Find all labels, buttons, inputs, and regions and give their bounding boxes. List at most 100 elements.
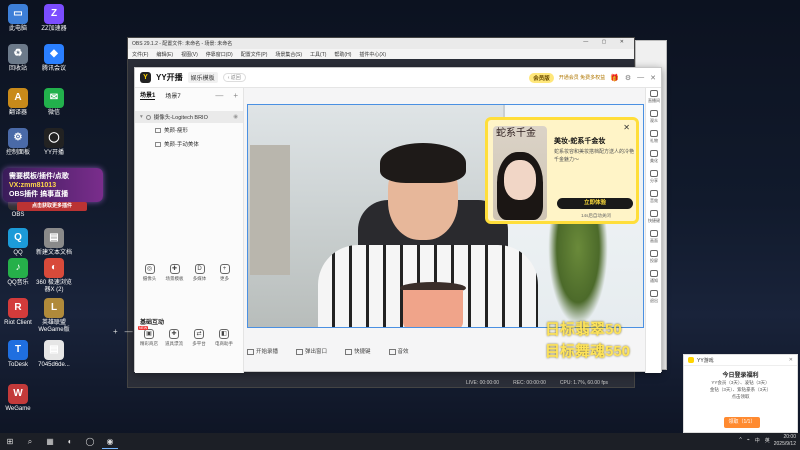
desktop-icon-18[interactable]: W WeGame <box>0 384 36 413</box>
browser-icon[interactable]: ◐ <box>62 435 78 449</box>
ecommerce-assistant-button[interactable]: ◧ 电商助手 <box>213 329 235 347</box>
right-tool-8[interactable]: 画面 <box>646 228 662 248</box>
more-tools-button[interactable]: + 更多 <box>215 264 234 282</box>
tray-icons: ^ ⌁ 中英 <box>739 437 769 444</box>
close-icon[interactable]: ✕ <box>650 74 656 82</box>
scene-remove-button[interactable]: — <box>215 91 223 100</box>
obs-menu-item-2[interactable]: 编辑(E) <box>156 51 173 58</box>
obs-menu-item-3[interactable]: 视图(V) <box>181 51 198 58</box>
desktop-icon-11[interactable]: ▤ 新建文本文档 <box>36 228 72 257</box>
yy-app-icon[interactable]: ◉ <box>102 435 118 449</box>
obs-menu-item-9[interactable]: 插件中心(X) <box>359 51 386 58</box>
settings-icon[interactable]: ⚙ <box>625 74 631 82</box>
desktop-icon-5[interactable]: A 翻译器 <box>0 88 36 117</box>
back-button[interactable]: ‹ 返回 <box>222 73 246 82</box>
desktop-icon-10[interactable]: Q QQ <box>0 228 36 257</box>
desktop-icon-2[interactable]: Z ZZ加速器 <box>36 4 72 33</box>
source-beauty-body[interactable]: 美颜-手动美体 <box>135 137 243 151</box>
tab-scene-7[interactable]: 场景7 <box>165 91 180 100</box>
obs-app-icon[interactable]: ◯ <box>82 435 98 449</box>
scene-add-button[interactable]: + <box>233 91 238 100</box>
obs-menu-item-4[interactable]: 停靠窗口(D) <box>206 51 233 58</box>
obs-menu-item-7[interactable]: 工具(T) <box>310 51 326 58</box>
notification-close-icon[interactable]: ✕ <box>789 357 793 363</box>
right-tool-icon <box>650 190 658 197</box>
desktop-icon-16[interactable]: T ToDesk <box>0 340 36 369</box>
source-beauty-slim[interactable]: 美颜-瘦形 <box>135 123 243 137</box>
gift-icon[interactable]: 🎁 <box>610 74 619 82</box>
obs-tool-button-2[interactable]: — <box>125 327 133 336</box>
camera-tool-button[interactable]: ◎ 摄像头 <box>140 264 159 282</box>
right-tool-1[interactable]: 直播间 <box>646 88 662 108</box>
minimize-icon[interactable]: — <box>637 74 644 82</box>
tray-icon-4[interactable]: 英 <box>765 437 770 444</box>
clock[interactable]: 20:00 2025/9/12 <box>774 434 796 447</box>
desktop-icon-label: QQ <box>13 250 23 256</box>
obs-menu-item-5[interactable]: 配置文件(P) <box>241 51 268 58</box>
tool-label: 摄像头 <box>142 276 157 281</box>
tray-icon-2[interactable]: ⌁ <box>747 437 750 444</box>
obs-tool-button-1[interactable]: + <box>113 327 118 336</box>
obs-menu-item-8[interactable]: 帮助(H) <box>334 51 351 58</box>
obs-menu-item-1[interactable]: 文件(F) <box>132 51 148 58</box>
desktop-icon-17[interactable]: ▤ 7045d6de... <box>36 340 72 369</box>
start-record-button[interactable]: 开始录播 <box>247 347 278 355</box>
desktop-icon-13[interactable]: ◐ 360 极速浏览器X (2) <box>36 258 72 294</box>
vip-note[interactable]: 开通会员 免费多权益 <box>559 74 605 81</box>
tray-icon-3[interactable]: 中 <box>755 437 760 444</box>
desktop-icon-6[interactable]: ✉ 微信 <box>36 88 72 117</box>
sound-effect-button[interactable]: 音效 <box>388 347 409 355</box>
new-badge: NEW <box>138 326 149 330</box>
visibility-icon[interactable]: ◉ <box>233 114 238 120</box>
app-icon[interactable]: ▦ <box>42 435 58 449</box>
tab-scene-1[interactable]: 场景1 <box>140 90 156 100</box>
right-tool-4[interactable]: 美化 <box>646 148 662 168</box>
yy-header: Y YY开播 娱乐模板 ‹ 返回 会员版 开通会员 免费多权益 🎁 ⚙ — ✕ <box>135 68 661 88</box>
right-tool-2[interactable]: 观众 <box>646 108 662 128</box>
search-icon[interactable]: ⌕ <box>22 435 38 449</box>
right-tool-10[interactable]: 通知 <box>646 268 662 288</box>
desktop-icon-4[interactable]: ◆ 腾讯会议 <box>36 44 72 73</box>
vip-badge[interactable]: 会员版 <box>529 72 554 83</box>
right-tool-9[interactable]: 投屏 <box>646 248 662 268</box>
obs-window-controls[interactable]: — ▢ ✕ <box>583 39 630 45</box>
scene-template-button[interactable]: ✚ 场景模板 <box>165 264 184 282</box>
right-tool-11[interactable]: 退出 <box>646 288 662 308</box>
multi-platform-button[interactable]: ⇄ 多平台 <box>188 329 210 347</box>
hotkey-button[interactable]: 快捷键 <box>345 347 371 355</box>
right-tool-3[interactable]: 礼物 <box>646 128 662 148</box>
desktop-icon-12[interactable]: ♪ QQ音乐 <box>0 258 36 287</box>
desktop-app-icon: ⚙ <box>8 128 28 148</box>
desktop-app-icon: ◐ <box>44 258 64 278</box>
expand-icon[interactable]: ▾ <box>140 114 143 120</box>
claim-button[interactable]: 领取（1/1） <box>724 417 760 428</box>
prop-drift-button[interactable]: ✚ 道具漂流 <box>163 329 185 347</box>
desktop-app-icon: W <box>8 384 28 404</box>
desktop-icon-15[interactable]: L 英雄联盟 WeGame版 <box>36 298 72 334</box>
obs-menu-item-6[interactable]: 场景集合(S) <box>275 51 302 58</box>
right-tool-icon <box>650 150 658 157</box>
right-tool-7[interactable]: 快捷键 <box>646 208 662 228</box>
desktop-icon-7[interactable]: ⚙ 控制面板 <box>0 128 36 157</box>
right-tool-6[interactable]: 音效 <box>646 188 662 208</box>
shop-button[interactable]: NEW ▣ 精彩商店 <box>138 326 160 347</box>
desktop-app-icon: ▭ <box>8 4 28 24</box>
desktop-icon-8[interactable]: ◯ YY开播 <box>36 128 72 157</box>
source-camera[interactable]: ▾ 摄像头-Logitech BRIO ◉ <box>135 111 243 123</box>
right-tool-5[interactable]: 分享 <box>646 168 662 188</box>
popup-close-icon[interactable]: ✕ <box>623 123 630 132</box>
start-icon[interactable]: ⊞ <box>2 435 18 449</box>
desktop-icon-label: 微信 <box>47 110 60 116</box>
media-tool-button[interactable]: D 多媒体 <box>190 264 209 282</box>
try-now-button[interactable]: 立即体验 <box>557 198 633 209</box>
promo-badge[interactable]: 需要模板/插件/点歌 VX:zmm81013 OBS插件 搞事直播 点击获取更多… <box>3 168 103 211</box>
template-mode-button[interactable]: 娱乐模板 <box>187 72 218 83</box>
notification-line[interactable]: 点击领取 <box>684 394 797 401</box>
tray-icon-1[interactable]: ^ <box>739 437 741 444</box>
popout-window-button[interactable]: 弹出窗口 <box>296 347 327 355</box>
desktop-icon-1[interactable]: ▭ 此电脑 <box>0 4 36 33</box>
desktop-icon-14[interactable]: R Riot Client <box>0 298 36 327</box>
desktop-icon-3[interactable]: ♻ 回收站 <box>0 44 36 73</box>
preview-controls: 开始录播 弹出窗口 快捷键 音效 <box>247 347 409 355</box>
background-plant <box>548 215 608 325</box>
